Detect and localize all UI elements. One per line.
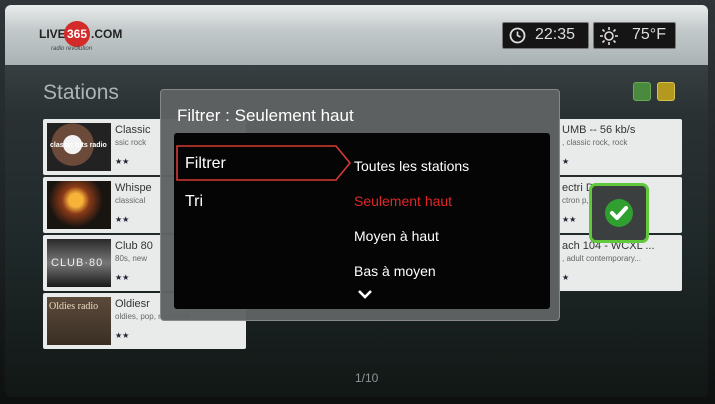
tv-screen: LIVE 365 .COM radio revolution 22:35 75°… [0, 0, 715, 404]
station-thumbnail: classic hits radio [47, 123, 111, 171]
station-genres: , adult contemporary... [562, 254, 641, 263]
station-rating: ★★ [115, 157, 130, 166]
dialog-panel: Filtrer Tri Toutes les stations Seulemen… [174, 133, 550, 309]
page-title: Stations [43, 81, 119, 104]
logo-tagline: radio revolution [51, 46, 93, 52]
top-bar: LIVE 365 .COM radio revolution 22:35 75°… [5, 5, 708, 65]
station-title: Whispe [115, 182, 152, 194]
dialog-title: Filtrer : Seulement haut [177, 106, 354, 125]
station-title: Club 80 [115, 240, 153, 252]
logo-365-badge: 365 [64, 21, 90, 47]
station-card[interactable]: ach 104 - WCXL ... , adult contemporary.… [558, 235, 682, 291]
station-rating: ★★ [562, 215, 577, 224]
station-rating: ★★ [115, 331, 130, 340]
station-card[interactable]: UMB -- 56 kb/s , classic rock, rock ★ [558, 119, 682, 175]
live365-logo: LIVE 365 .COM radio revolution [39, 19, 139, 59]
logo-live-text: LIVE [39, 27, 66, 41]
category-filtrer[interactable]: Filtrer [185, 155, 226, 173]
weather-display: 75°F [593, 22, 676, 49]
station-title: UMB -- 56 kb/s [562, 124, 636, 136]
grid-view-button[interactable] [657, 82, 675, 101]
station-thumbnail: CLUB·80 [47, 239, 111, 287]
station-genres: , classic rock, rock [562, 138, 628, 147]
station-title: Classic [115, 124, 151, 136]
station-rating: ★★ [115, 215, 130, 224]
clock-display: 22:35 [502, 22, 589, 49]
list-view-button[interactable] [633, 82, 651, 101]
station-genres: ssic rock [115, 138, 147, 147]
station-rating: ★ [562, 157, 570, 166]
checkmark-icon [605, 199, 633, 227]
station-rating: ★★ [115, 273, 130, 282]
filter-dialog: Filtrer : Seulement haut Filtrer Tri Tou… [160, 89, 560, 321]
option-high-only[interactable]: Seulement haut [354, 193, 452, 209]
category-tri[interactable]: Tri [185, 193, 203, 211]
thumbnail-label: Oldies radio [49, 301, 99, 312]
clock-time: 22:35 [535, 26, 576, 43]
station-rating: ★ [562, 273, 570, 282]
thumbnail-label: classic hits radio [50, 142, 107, 149]
app-frame: LIVE 365 .COM radio revolution 22:35 75°… [5, 5, 708, 397]
option-low-to-medium[interactable]: Bas à moyen [354, 263, 436, 279]
confirm-button[interactable] [589, 183, 649, 243]
temperature: 75°F [632, 26, 666, 43]
station-thumbnail: Oldies radio [47, 297, 111, 345]
clock-icon [509, 27, 526, 44]
station-title: Oldiesr [115, 298, 150, 310]
thumbnail-label: CLUB·80 [51, 257, 104, 269]
logo-com-text: .COM [91, 27, 123, 41]
option-all-stations[interactable]: Toutes les stations [354, 158, 469, 174]
station-genres: 80s, new [115, 254, 148, 263]
sun-icon [600, 27, 618, 45]
station-thumbnail [47, 181, 111, 229]
station-genres: classical [115, 196, 146, 205]
chevron-down-icon[interactable] [357, 288, 373, 300]
option-medium-to-high[interactable]: Moyen à haut [354, 228, 439, 244]
page-indicator: 1/10 [355, 371, 379, 385]
